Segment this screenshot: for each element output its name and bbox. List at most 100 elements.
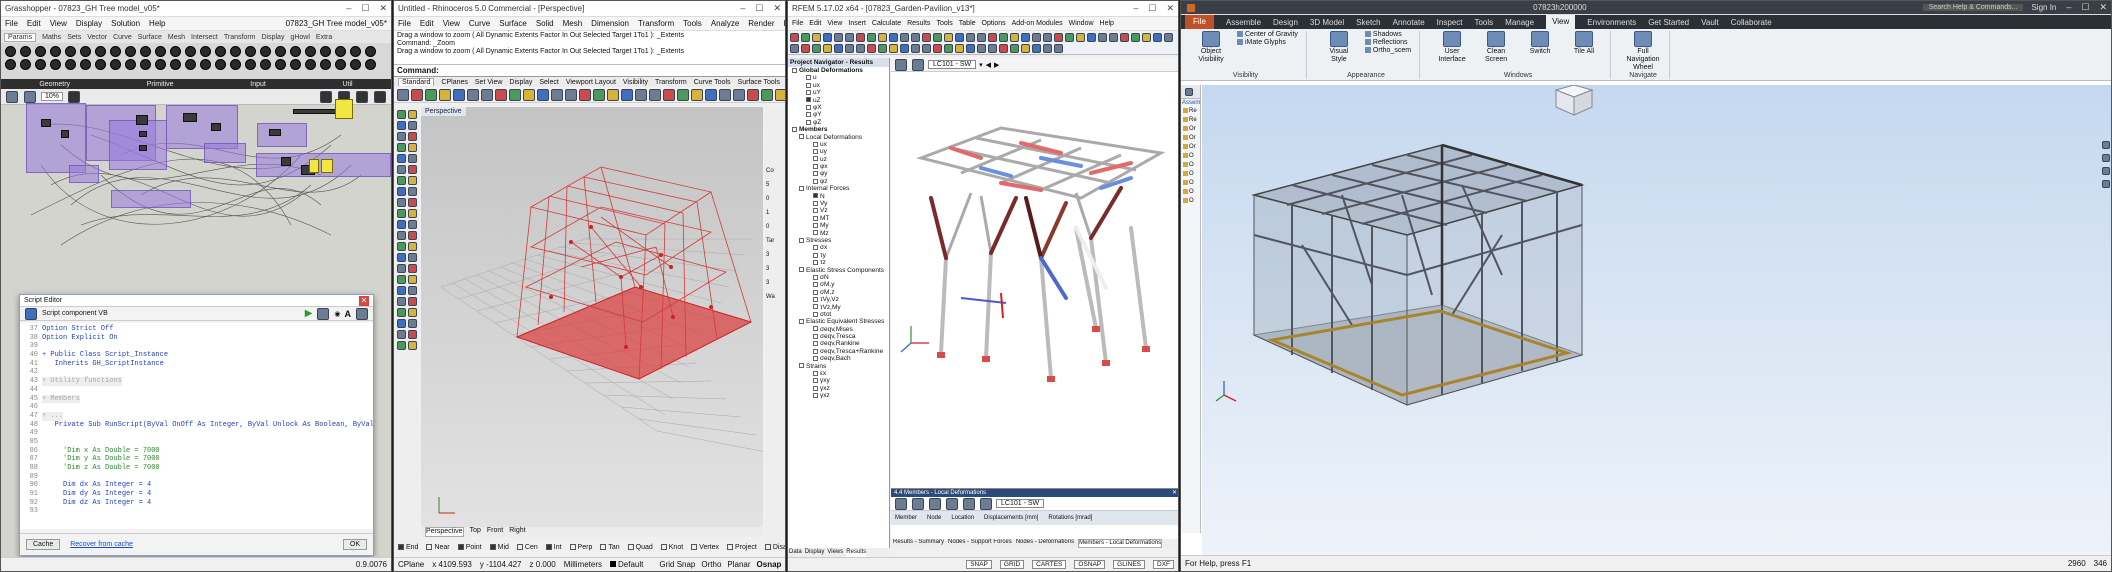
toolbar-tool-icon[interactable] xyxy=(1153,33,1162,42)
radio-icon[interactable] xyxy=(806,82,811,88)
table-tool-icon[interactable] xyxy=(912,497,924,510)
tile-all-button[interactable]: Tile All xyxy=(1566,31,1602,56)
rfem-menu-help[interactable]: Help xyxy=(1100,20,1114,27)
code-line[interactable]: 40 + Public Class Script_Instance xyxy=(20,351,373,360)
ribbon-tab-file[interactable]: File xyxy=(1185,15,1214,29)
code-text[interactable]: 'Dim y As Double = 7000 xyxy=(42,455,160,464)
toolbar-tool-icon[interactable] xyxy=(1043,44,1052,53)
toolbar-tool-icon[interactable] xyxy=(1043,33,1052,42)
modeling-tool-icon[interactable] xyxy=(408,165,417,174)
radio-icon[interactable] xyxy=(813,156,818,162)
navigator-item[interactable]: φz xyxy=(788,178,889,185)
gh-node[interactable] xyxy=(139,145,147,151)
table-tool-icon[interactable] xyxy=(895,497,907,510)
navigator-item[interactable]: σeqv,Rankine xyxy=(788,340,889,347)
code-line[interactable]: 45 + Members xyxy=(20,394,373,404)
layer-indicator[interactable]: Default xyxy=(610,560,643,569)
radio-icon[interactable] xyxy=(813,163,818,169)
toolbar-tool-icon[interactable] xyxy=(775,88,785,101)
checkbox-icon[interactable] xyxy=(660,543,667,550)
modeling-tool-icon[interactable] xyxy=(408,297,417,306)
modeling-tool-icon[interactable] xyxy=(408,253,417,262)
param-icon[interactable] xyxy=(95,59,106,70)
table-tool-icon[interactable] xyxy=(980,497,992,510)
status-glines[interactable]: GLINES xyxy=(1113,560,1145,569)
navigator-item[interactable]: Vy xyxy=(788,200,889,207)
toolbar-tool-icon[interactable] xyxy=(790,33,799,42)
code-text[interactable]: 'Dim x As Double = 7000 xyxy=(42,447,160,456)
param-icon[interactable] xyxy=(275,59,286,70)
toolbar-tool-icon[interactable] xyxy=(467,88,479,101)
gh-tab-curve[interactable]: Curve xyxy=(113,34,132,41)
rhino-menu-surface[interactable]: Surface xyxy=(499,19,527,28)
ribbon-tab-sketch[interactable]: Sketch xyxy=(1356,18,1380,27)
browser-item[interactable]: O xyxy=(1181,161,1200,170)
radio-icon[interactable] xyxy=(813,341,818,347)
navigator-item[interactable]: u xyxy=(788,74,889,81)
rhino-tab-cplanes[interactable]: CPlanes xyxy=(441,79,467,86)
maximize-icon[interactable]: ☐ xyxy=(361,3,369,14)
filter-icon[interactable] xyxy=(1185,87,1193,96)
user-interface-button[interactable]: User Interface xyxy=(1434,31,1470,64)
toolbar-tool-icon[interactable] xyxy=(900,33,909,42)
browser-item[interactable]: O xyxy=(1181,197,1200,206)
gh-tab-params[interactable]: Params xyxy=(4,32,37,42)
load-case-select[interactable]: LC101 - SW xyxy=(928,60,977,69)
gh-group[interactable] xyxy=(257,123,307,147)
maximize-icon[interactable]: ☐ xyxy=(755,3,763,14)
inventor-3d-view[interactable] xyxy=(1202,85,2111,557)
osnap-perp[interactable]: Perp xyxy=(569,544,592,551)
view-icon[interactable] xyxy=(895,58,907,71)
navigator-item[interactable]: σeqv,Mises xyxy=(788,326,889,333)
toolbar-tool-icon[interactable] xyxy=(1032,44,1041,53)
param-icon[interactable] xyxy=(95,46,106,57)
folder-icon[interactable] xyxy=(799,134,804,140)
toolbar-tool-icon[interactable] xyxy=(635,88,647,101)
toolbar-tool-icon[interactable] xyxy=(845,33,854,42)
toolbar-tool-icon[interactable] xyxy=(719,88,731,101)
code-text[interactable]: + ... xyxy=(42,411,64,421)
gh-menu-solution[interactable]: Solution xyxy=(111,19,140,28)
radio-icon[interactable] xyxy=(813,230,818,236)
toolbar-tool-icon[interactable] xyxy=(988,33,997,42)
toolbar-tool-icon[interactable] xyxy=(922,33,931,42)
modeling-tool-icon[interactable] xyxy=(408,275,417,284)
gh-tab-intersect[interactable]: Intersect xyxy=(191,34,218,41)
param-icon[interactable] xyxy=(155,59,166,70)
modeling-tool-icon[interactable] xyxy=(408,154,417,163)
osnap-point[interactable]: Point xyxy=(457,544,482,551)
gh-group[interactable] xyxy=(111,190,191,208)
code-line[interactable]: 48 Private Sub RunScript(ByVal OnOff As … xyxy=(20,421,373,430)
full-navigation-wheel-button[interactable]: Full Navigation Wheel xyxy=(1625,31,1661,72)
rhino-menu-view[interactable]: View xyxy=(443,19,460,28)
navigator-item[interactable]: φZ xyxy=(788,119,889,126)
modeling-tool-icon[interactable] xyxy=(397,198,406,207)
param-icon[interactable] xyxy=(20,46,31,57)
rfem-menu-tools[interactable]: Tools xyxy=(936,20,952,27)
toolbar-tool-icon[interactable] xyxy=(889,33,898,42)
modeling-tool-icon[interactable] xyxy=(397,319,406,328)
toolbar-tool-icon[interactable] xyxy=(922,44,931,53)
param-icon[interactable] xyxy=(275,46,286,57)
rfem-menu-insert[interactable]: Insert xyxy=(848,20,866,27)
modeling-tool-icon[interactable] xyxy=(397,165,406,174)
param-icon[interactable] xyxy=(170,59,181,70)
open-icon[interactable] xyxy=(24,90,36,103)
browser-item[interactable]: O xyxy=(1181,170,1200,179)
navigator-item[interactable]: Strains xyxy=(788,363,889,370)
gh-node[interactable] xyxy=(41,119,51,127)
minimize-icon[interactable]: – xyxy=(740,3,745,14)
toolbar-tool-icon[interactable] xyxy=(1021,44,1030,53)
ribbon-tab-3d-model[interactable]: 3D Model xyxy=(1310,18,1344,27)
gh-node[interactable] xyxy=(183,113,197,122)
checkbox-icon[interactable] xyxy=(691,543,698,550)
param-icon[interactable] xyxy=(35,59,46,70)
gh-tab-sets[interactable]: Sets xyxy=(67,34,81,41)
toolbar-tool-icon[interactable] xyxy=(823,44,832,53)
modeling-tool-icon[interactable] xyxy=(397,308,406,317)
status-cartes[interactable]: CARTES xyxy=(1032,560,1067,569)
radio-icon[interactable] xyxy=(813,193,818,199)
rfem-menu-results[interactable]: Results xyxy=(907,20,930,27)
toolbar-tool-icon[interactable] xyxy=(834,44,843,53)
font-icon[interactable]: A xyxy=(345,309,352,319)
